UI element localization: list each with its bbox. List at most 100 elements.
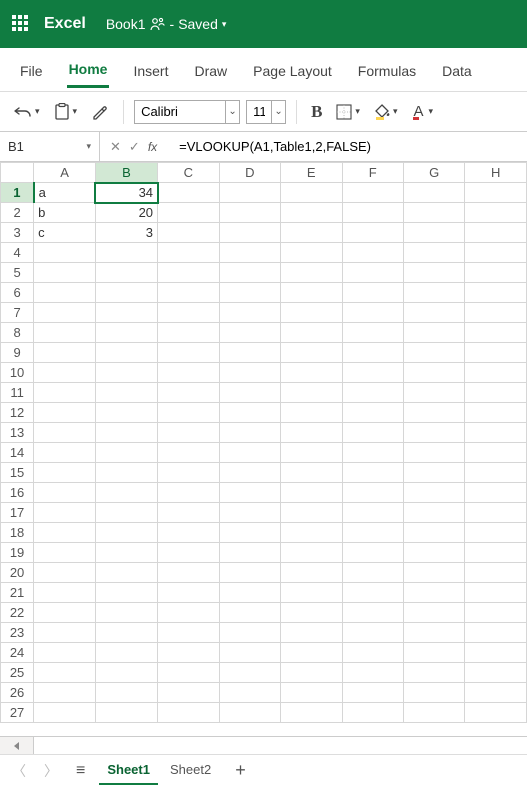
font-size-select[interactable]: ⌄	[246, 100, 286, 124]
cell-A27[interactable]	[34, 703, 96, 723]
cell-E26[interactable]	[281, 683, 342, 703]
cell-H20[interactable]	[465, 563, 527, 583]
cell-F14[interactable]	[342, 443, 403, 463]
sheet-tab-sheet2[interactable]: Sheet2	[162, 756, 219, 785]
undo-button[interactable]: ▾	[10, 101, 44, 123]
row-header-15[interactable]: 15	[1, 463, 34, 483]
cell-G21[interactable]	[403, 583, 465, 603]
row-header-1[interactable]: 1	[1, 183, 34, 203]
cell-C7[interactable]	[158, 303, 220, 323]
cell-B12[interactable]	[95, 403, 157, 423]
select-all-corner[interactable]	[1, 163, 34, 183]
cell-F4[interactable]	[342, 243, 403, 263]
fill-color-button[interactable]: ▾	[370, 101, 402, 123]
cell-B8[interactable]	[95, 323, 157, 343]
row-header-17[interactable]: 17	[1, 503, 34, 523]
cell-G20[interactable]	[403, 563, 465, 583]
cell-H8[interactable]	[465, 323, 527, 343]
cell-E8[interactable]	[281, 323, 342, 343]
cell-A4[interactable]	[34, 243, 96, 263]
cell-H7[interactable]	[465, 303, 527, 323]
cell-C15[interactable]	[158, 463, 220, 483]
cell-H14[interactable]	[465, 443, 527, 463]
col-header-D[interactable]: D	[219, 163, 281, 183]
cell-B1[interactable]: 34	[95, 183, 157, 203]
spreadsheet-grid[interactable]: ABCDEFGH1a342b203c3456789101112131415161…	[0, 162, 527, 736]
borders-button[interactable]: ▾	[332, 101, 364, 123]
cell-E15[interactable]	[281, 463, 342, 483]
cell-E3[interactable]	[281, 223, 342, 243]
cell-F12[interactable]	[342, 403, 403, 423]
cell-D14[interactable]	[219, 443, 281, 463]
cell-G17[interactable]	[403, 503, 465, 523]
cell-E24[interactable]	[281, 643, 342, 663]
cell-D21[interactable]	[219, 583, 281, 603]
row-header-20[interactable]: 20	[1, 563, 34, 583]
cell-F15[interactable]	[342, 463, 403, 483]
row-header-16[interactable]: 16	[1, 483, 34, 503]
cell-A23[interactable]	[34, 623, 96, 643]
cell-D16[interactable]	[219, 483, 281, 503]
row-header-7[interactable]: 7	[1, 303, 34, 323]
cell-B23[interactable]	[95, 623, 157, 643]
cell-E17[interactable]	[281, 503, 342, 523]
cell-D2[interactable]	[219, 203, 281, 223]
cell-E2[interactable]	[281, 203, 342, 223]
cell-H2[interactable]	[465, 203, 527, 223]
cell-H21[interactable]	[465, 583, 527, 603]
paste-button[interactable]: ▾	[50, 100, 82, 124]
cell-C13[interactable]	[158, 423, 220, 443]
col-header-B[interactable]: B	[95, 163, 157, 183]
font-color-button[interactable]: A ▾	[407, 100, 437, 123]
cell-A20[interactable]	[34, 563, 96, 583]
cell-H25[interactable]	[465, 663, 527, 683]
row-header-11[interactable]: 11	[1, 383, 34, 403]
cell-D22[interactable]	[219, 603, 281, 623]
cell-D4[interactable]	[219, 243, 281, 263]
row-header-18[interactable]: 18	[1, 523, 34, 543]
cell-A14[interactable]	[34, 443, 96, 463]
cell-C16[interactable]	[158, 483, 220, 503]
cell-B4[interactable]	[95, 243, 157, 263]
cell-F5[interactable]	[342, 263, 403, 283]
cell-D18[interactable]	[219, 523, 281, 543]
cell-D27[interactable]	[219, 703, 281, 723]
row-header-9[interactable]: 9	[1, 343, 34, 363]
cell-A21[interactable]	[34, 583, 96, 603]
cell-A2[interactable]: b	[34, 203, 96, 223]
cell-C2[interactable]	[158, 203, 220, 223]
cell-E20[interactable]	[281, 563, 342, 583]
cell-B25[interactable]	[95, 663, 157, 683]
cell-E10[interactable]	[281, 363, 342, 383]
cell-E1[interactable]	[281, 183, 342, 203]
cell-F25[interactable]	[342, 663, 403, 683]
cell-B9[interactable]	[95, 343, 157, 363]
cell-G1[interactable]	[403, 183, 465, 203]
cell-B19[interactable]	[95, 543, 157, 563]
cell-C8[interactable]	[158, 323, 220, 343]
cell-G16[interactable]	[403, 483, 465, 503]
cell-A17[interactable]	[34, 503, 96, 523]
cell-F19[interactable]	[342, 543, 403, 563]
row-header-10[interactable]: 10	[1, 363, 34, 383]
cell-G7[interactable]	[403, 303, 465, 323]
cell-H4[interactable]	[465, 243, 527, 263]
cell-H6[interactable]	[465, 283, 527, 303]
cell-C14[interactable]	[158, 443, 220, 463]
cell-C17[interactable]	[158, 503, 220, 523]
chevron-down-icon[interactable]: ⌄	[225, 101, 239, 123]
cell-F27[interactable]	[342, 703, 403, 723]
cell-C10[interactable]	[158, 363, 220, 383]
cell-E11[interactable]	[281, 383, 342, 403]
cell-D8[interactable]	[219, 323, 281, 343]
cell-E23[interactable]	[281, 623, 342, 643]
cell-B17[interactable]	[95, 503, 157, 523]
cell-C18[interactable]	[158, 523, 220, 543]
cell-G12[interactable]	[403, 403, 465, 423]
cell-C26[interactable]	[158, 683, 220, 703]
font-family-select[interactable]: ⌄	[134, 100, 240, 124]
cell-A24[interactable]	[34, 643, 96, 663]
cell-A3[interactable]: c	[34, 223, 96, 243]
cell-F1[interactable]	[342, 183, 403, 203]
cell-E7[interactable]	[281, 303, 342, 323]
